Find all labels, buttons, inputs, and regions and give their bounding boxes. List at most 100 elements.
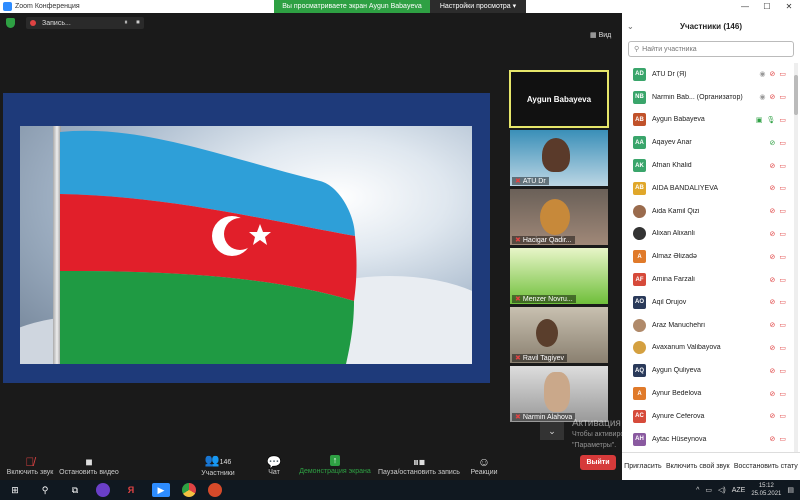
maximize-icon[interactable]: ☐ bbox=[756, 0, 778, 13]
video-tile[interactable]: ✖ Hacigar Qadir... bbox=[510, 189, 608, 245]
share-screen-button[interactable]: ↑ Демонстрация экрана bbox=[298, 450, 372, 480]
participant-row[interactable]: AC Aynure Ceferova ⊘ ▭ bbox=[622, 405, 800, 428]
network-icon[interactable]: ▭ bbox=[705, 486, 712, 494]
clock[interactable]: 15:12 25.05.2021 bbox=[751, 482, 781, 498]
video-tile[interactable]: ✖ ATU Dr bbox=[510, 130, 608, 186]
yandex-browser-icon[interactable]: Я bbox=[122, 483, 140, 497]
reactions-button[interactable]: ☺ Реакции bbox=[468, 450, 500, 480]
participant-status-icons: ⊘ ▭ bbox=[770, 139, 787, 147]
windows-start-icon[interactable]: ⊞ bbox=[6, 483, 24, 497]
mic-icon: ⊘ bbox=[769, 390, 776, 398]
unmute-self-button[interactable]: Включить свой звук bbox=[666, 463, 730, 470]
stop-recording-icon[interactable]: ⏹ bbox=[132, 19, 144, 27]
chat-button[interactable]: 💬 Чат bbox=[262, 450, 286, 480]
video-tile[interactable]: ✖ Narmin Alahova bbox=[510, 366, 608, 422]
participants-icon: 👥146 bbox=[204, 453, 232, 467]
video-tile[interactable]: ✖ Ravil Tagiyev bbox=[510, 307, 608, 363]
smiley-icon: ☺ bbox=[477, 454, 491, 469]
collapse-panel-icon[interactable]: ⌄ bbox=[627, 22, 634, 31]
avatar: AH bbox=[633, 432, 646, 446]
video-tile[interactable]: ✖ Menzer Novru... bbox=[510, 248, 608, 304]
active-speaker-tile[interactable]: Aygun Babayeva bbox=[509, 70, 609, 128]
avatar: A bbox=[633, 250, 646, 264]
avatar: AA bbox=[633, 136, 646, 150]
tray-chevron-icon[interactable]: ^ bbox=[696, 487, 699, 494]
participant-row[interactable]: Alixan Alixanli ⊘ ▭ bbox=[622, 223, 800, 246]
participant-row[interactable]: A Aynur Bedelova ⊘ ▭ bbox=[622, 382, 800, 405]
clock-date: 25.05.2021 bbox=[751, 491, 782, 497]
participant-name: Aqil Orujov bbox=[652, 298, 687, 306]
video-camera-icon: ▭ bbox=[779, 322, 786, 330]
person-silhouette bbox=[540, 199, 570, 235]
participant-row[interactable]: AF Amina Farzali ⊘ ▭ bbox=[622, 268, 800, 291]
windows-taskbar: ⊞ ⚲ ⧉ Я ▶ ^ ▭ ◁) AZE 15:12 25.05.2021 ▤ bbox=[0, 480, 800, 500]
participant-row[interactable]: AQ Aygun Quliyeva ⊘ ▭ bbox=[622, 359, 800, 382]
participant-row[interactable]: Avaxanum Valibayova ⊘ ▭ bbox=[622, 337, 800, 360]
video-camera-icon: ▭ bbox=[779, 299, 786, 307]
participant-list: AD ATU Dr (Я) ◉ ⊘ ▭ NB Narmin Bab... (Организа… bbox=[622, 63, 800, 451]
close-icon[interactable]: ✕ bbox=[778, 0, 800, 13]
avatar: AB bbox=[633, 113, 646, 127]
pause-share-button[interactable]: ⏸⏹ Пауза/остановить запись bbox=[376, 450, 462, 480]
participant-row[interactable]: AO Aqil Orujov ⊘ ▭ bbox=[622, 291, 800, 314]
leave-button[interactable]: Выйти bbox=[580, 455, 616, 470]
participants-button[interactable]: 👥146 Участники bbox=[196, 450, 240, 480]
stop-video-button[interactable]: ■ Остановить видео bbox=[58, 450, 120, 480]
participant-status-icons: ⊘ ▭ bbox=[770, 367, 787, 375]
participant-list-scrollbar[interactable] bbox=[794, 63, 798, 453]
notifications-icon[interactable]: ▤ bbox=[787, 486, 794, 494]
participant-row[interactable]: AB Aygun Babayeva ▣ 🎙 ▭ bbox=[622, 109, 800, 132]
restore-button[interactable]: Восстановить стату bbox=[734, 463, 798, 470]
participant-row[interactable]: AA Aqayev Anar ⊘ ▭ bbox=[622, 131, 800, 154]
mic-icon: ⊘ bbox=[769, 139, 776, 147]
participant-row[interactable]: AD ATU Dr (Я) ◉ ⊘ ▭ bbox=[622, 63, 800, 86]
app-icon[interactable] bbox=[96, 483, 110, 497]
view-button[interactable]: ▦ Вид bbox=[590, 31, 611, 39]
unmute-button[interactable]: 🎙̸ Включить звук bbox=[4, 450, 56, 480]
invite-button[interactable]: Пригласить bbox=[624, 463, 661, 470]
video-camera-icon: ▭ bbox=[779, 94, 786, 102]
mic-icon: ⊘ bbox=[769, 230, 776, 238]
screen-share-icon: ▣ bbox=[755, 116, 763, 124]
security-shield-icon[interactable] bbox=[6, 18, 15, 28]
participant-row[interactable]: AK Afnan Khalid ⊘ ▭ bbox=[622, 154, 800, 177]
participant-row[interactable]: Aida Kamil Qizi ⊘ ▭ bbox=[622, 200, 800, 223]
share-banner: Вы просматриваете экран Aygun Babayeva Н… bbox=[274, 0, 526, 13]
video-camera-icon: ▭ bbox=[779, 276, 786, 284]
chat-label: Чат bbox=[268, 468, 280, 476]
video-camera-icon: ▭ bbox=[779, 208, 786, 216]
search-icon: ⚲ bbox=[634, 46, 640, 53]
participant-row[interactable]: Araz Manuchehri ⊘ ▭ bbox=[622, 314, 800, 337]
participant-row[interactable]: A Almaz Əlizadə ⊘ ▭ bbox=[622, 245, 800, 268]
chat-icon: 💬 bbox=[266, 454, 282, 469]
participant-name: Araz Manuchehri bbox=[652, 321, 705, 329]
participant-status-icons: ⊘ ▭ bbox=[770, 184, 787, 192]
powerpoint-icon[interactable] bbox=[208, 483, 222, 497]
pause-recording-icon[interactable]: ⏸ bbox=[120, 19, 132, 27]
participant-status-icons: ⊘ ▭ bbox=[770, 298, 787, 306]
participant-name: Aygun Babayeva bbox=[652, 116, 705, 124]
recording-dot-icon bbox=[30, 20, 36, 26]
active-speaker-name: Aygun Babayeva bbox=[526, 94, 592, 104]
avatar: AF bbox=[633, 273, 646, 287]
participant-name: Aynur Bedelova bbox=[652, 390, 702, 398]
video-tile-name: ✖ Menzer Novru... bbox=[512, 295, 576, 303]
participant-row[interactable]: NB Narmin Bab... (Организатор) ◉ ⊘ ▭ bbox=[622, 86, 800, 109]
search-input[interactable] bbox=[642, 45, 783, 53]
keyboard-language[interactable]: AZE bbox=[732, 487, 746, 494]
search-icon[interactable]: ⚲ bbox=[36, 483, 54, 497]
system-tray: ^ ▭ ◁) AZE 15:12 25.05.2021 ▤ bbox=[696, 480, 794, 500]
volume-icon[interactable]: ◁) bbox=[718, 486, 726, 494]
view-options-button[interactable]: Настройки просмотра ▾ bbox=[430, 0, 526, 13]
participant-search[interactable]: ⚲ bbox=[628, 41, 794, 57]
task-view-icon[interactable]: ⧉ bbox=[66, 483, 84, 497]
chevron-down-icon[interactable]: ⌄ bbox=[540, 422, 564, 440]
chrome-icon[interactable] bbox=[182, 483, 196, 497]
minimize-icon[interactable]: — bbox=[734, 0, 756, 13]
participants-count: 146 bbox=[219, 459, 232, 466]
video-camera-icon: ▭ bbox=[779, 390, 786, 398]
scrollbar-thumb[interactable] bbox=[794, 75, 798, 115]
participant-row[interactable]: AB AIDA BANDALIYEVA ⊘ ▭ bbox=[622, 177, 800, 200]
zoom-taskbar-icon[interactable]: ▶ bbox=[152, 483, 170, 497]
participant-row[interactable]: AH Aytac Hüseynova ⊘ ▭ bbox=[622, 428, 800, 451]
